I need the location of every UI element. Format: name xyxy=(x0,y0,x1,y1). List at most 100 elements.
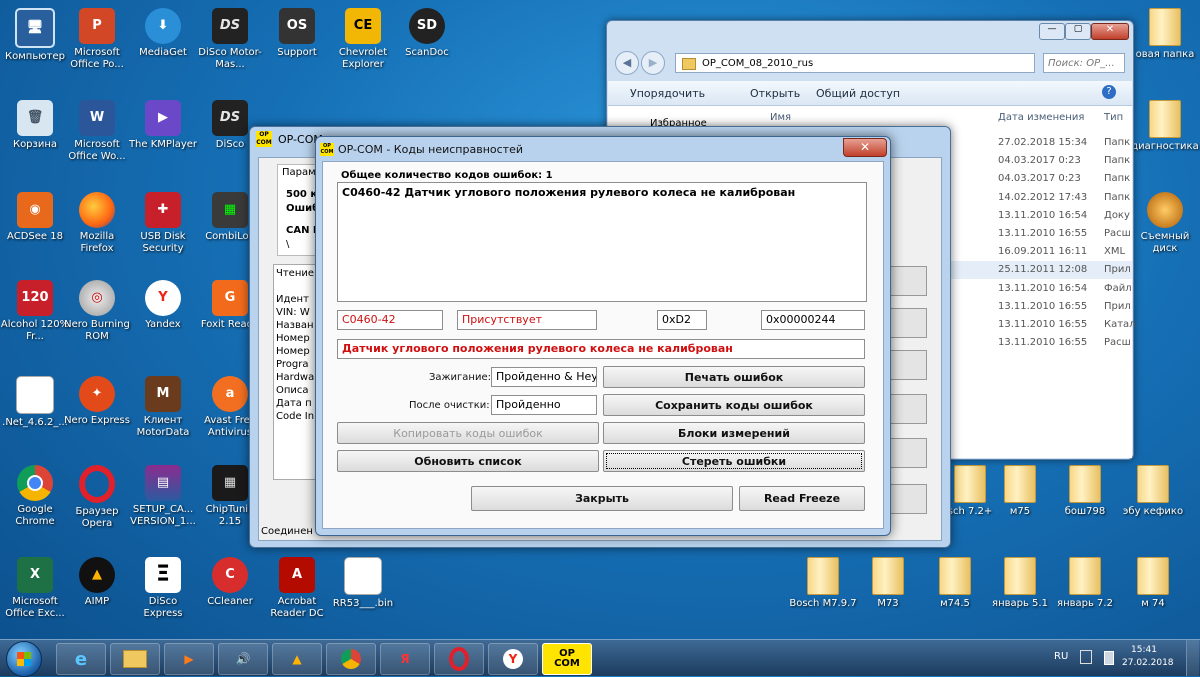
address-bar[interactable]: OP_COM_08_2010_rus xyxy=(675,53,1035,73)
desktop-icon-chevrolet[interactable]: CE Chevrolet Explorer xyxy=(328,8,398,71)
organize-menu[interactable]: Упорядочить xyxy=(630,87,705,100)
open-button[interactable]: Открыть xyxy=(750,87,800,100)
minimize-button[interactable]: — xyxy=(1039,23,1065,40)
desktop-icon-chrome[interactable]: Google Chrome xyxy=(0,465,70,528)
kmplayer-icon: ▶ xyxy=(145,100,181,136)
desktop-icon-bin-file[interactable]: RR53___.bin xyxy=(328,557,398,610)
after-clear-field: Пройденно xyxy=(491,395,597,415)
column-date[interactable]: Дата изменения xyxy=(998,112,1084,123)
desktop-icon-removable[interactable]: Съемный диск xyxy=(1130,192,1200,255)
desktop-folder-m745[interactable]: м74.5 xyxy=(920,557,990,610)
chrome-icon xyxy=(17,465,53,501)
file-type: Прил xyxy=(1104,300,1131,312)
taskbar-explorer[interactable] xyxy=(110,643,160,675)
dialog-body: Общее количество кодов ошибок: 1 C0460-4… xyxy=(322,161,884,529)
desktop-icon-nero-express[interactable]: ✦ Nero Express xyxy=(62,376,132,427)
help-icon[interactable]: ? xyxy=(1102,85,1116,99)
back-button[interactable]: ◀ xyxy=(615,51,639,75)
taskbar-volume[interactable]: 🔊 xyxy=(218,643,268,675)
desktop-icon-new-folder[interactable]: овая папка xyxy=(1130,8,1200,61)
dtc-list-item[interactable]: C0460-42 Датчик углового положения рулев… xyxy=(342,186,795,199)
file-date: 16.09.2011 16:11 xyxy=(998,246,1088,258)
word-icon: W xyxy=(79,100,115,136)
side-button-5[interactable] xyxy=(889,438,927,468)
dtc-hex1-field: 0xD2 xyxy=(657,310,707,330)
desktop-icon-powerpoint[interactable]: P Microsoft Office Po... xyxy=(62,8,132,71)
taskbar-opcom[interactable]: OP COM xyxy=(542,643,592,675)
side-button-6[interactable] xyxy=(889,484,927,514)
taskbar-ie[interactable]: e xyxy=(56,643,106,675)
maximize-button[interactable]: ▢ xyxy=(1065,23,1091,40)
desktop-icon-scandoc[interactable]: SD ScanDoc xyxy=(392,8,462,59)
desktop-icon-firefox[interactable]: Mozilla Firefox xyxy=(62,192,132,255)
copy-codes-button[interactable]: Копировать коды ошибок xyxy=(337,422,599,444)
desktop-folder-kefico[interactable]: эбу кефико xyxy=(1118,465,1188,518)
desktop-icon-dotnet[interactable]: .Net_4.6.2_... xyxy=(0,376,70,429)
save-codes-button[interactable]: Сохранить коды ошибок xyxy=(603,394,865,416)
desktop-icon-nero-burning[interactable]: ◎ Nero Burning ROM xyxy=(62,280,132,343)
desktop-folder-m75[interactable]: м75 xyxy=(985,465,1055,518)
close-button[interactable]: ✕ xyxy=(1091,23,1129,40)
desktop-icon-ccleaner[interactable]: C CCleaner xyxy=(195,557,265,608)
desktop-folder-m74[interactable]: м 74 xyxy=(1118,557,1188,610)
desktop-icon-support[interactable]: OS Support xyxy=(262,8,332,59)
taskbar-aimp[interactable]: ▲ xyxy=(272,643,322,675)
computer-icon: 🖥 xyxy=(15,8,55,48)
network-icon[interactable] xyxy=(1080,650,1092,664)
desktop-icon-disco-motor[interactable]: DS DiSco Motor-Mas... xyxy=(195,8,265,71)
desktop-icon-kmplayer[interactable]: ▶ The KMPlayer xyxy=(128,100,198,151)
desktop-icon-alcohol[interactable]: 120 Alcohol 120% Fr... xyxy=(0,280,70,343)
desktop-icon-recycle[interactable]: 🗑 Корзина xyxy=(0,100,70,151)
dtc-list[interactable]: C0460-42 Датчик углового положения рулев… xyxy=(337,182,867,302)
file-type: Прил xyxy=(1104,264,1131,276)
desktop-icon-yandex[interactable]: Y Yandex xyxy=(128,280,198,331)
desktop-icon-mediaget[interactable]: ⬇ MediaGet xyxy=(128,8,198,59)
desktop-icon-usb-security[interactable]: ✚ USB Disk Security xyxy=(128,192,198,255)
taskbar-yandex-browser[interactable]: Я xyxy=(380,643,430,675)
print-errors-button[interactable]: Печать ошибок xyxy=(603,366,865,388)
desktop-icon-acdsee[interactable]: ◉ ACDSee 18 xyxy=(0,192,70,243)
search-input[interactable]: Поиск: OP_... xyxy=(1043,53,1125,73)
desktop-icon-opera[interactable]: Браузер Opera xyxy=(62,465,132,530)
dtc-count: 1 xyxy=(545,170,553,181)
side-button-4[interactable] xyxy=(889,394,927,424)
close-button[interactable]: Закрыть xyxy=(471,486,733,511)
share-menu[interactable]: Общий доступ xyxy=(816,87,900,100)
desktop-icon-disco-express[interactable]: Ξ DiSco Express xyxy=(128,557,198,620)
battery-icon[interactable] xyxy=(1104,651,1114,665)
desktop-icon-acrobat[interactable]: A Acrobat Reader DC xyxy=(262,557,332,620)
column-name[interactable]: Имя xyxy=(770,112,791,123)
desktop-icon-computer[interactable]: 🖥 Компьютер xyxy=(0,8,70,63)
desktop-folder-m73[interactable]: M73 xyxy=(853,557,923,610)
side-button-1[interactable] xyxy=(889,266,927,296)
desktop-icon-diagnostics[interactable]: диагностика xyxy=(1130,100,1200,153)
desktop-icon-word[interactable]: W Microsoft Office Wo... xyxy=(62,100,132,163)
read-freeze-button[interactable]: Read Freeze xyxy=(739,486,865,511)
desktop-icon-motordata[interactable]: M Клиент MotorData xyxy=(128,376,198,439)
taskbar-chrome[interactable] xyxy=(326,643,376,675)
file-type: Катал xyxy=(1104,319,1136,330)
desktop-icon-aimp[interactable]: ▲ AIMP xyxy=(62,557,132,608)
side-button-3[interactable] xyxy=(889,350,927,380)
desktop-icon-setup-archive[interactable]: ▤ SETUP_CA... VERSION_1... xyxy=(128,465,198,528)
column-type[interactable]: Тип xyxy=(1104,112,1123,123)
close-icon[interactable]: ✕ xyxy=(843,138,887,157)
taskbar-opera[interactable] xyxy=(434,643,484,675)
desktop-folder-january51[interactable]: январь 5.1 xyxy=(985,557,1055,610)
clock[interactable]: 15:41 27.02.2018 xyxy=(1122,644,1174,670)
side-button-2[interactable] xyxy=(889,308,927,338)
taskbar-media[interactable]: ▶ xyxy=(164,643,214,675)
desktop-folder-january72[interactable]: январь 7.2 xyxy=(1050,557,1120,610)
measure-blocks-button[interactable]: Блоки измерений xyxy=(603,422,865,444)
desktop-icon-excel[interactable]: X Microsoft Office Exc... xyxy=(0,557,70,620)
start-button[interactable] xyxy=(6,641,42,677)
language-indicator[interactable]: RU xyxy=(1054,651,1068,662)
disco-icon: DS xyxy=(212,100,248,136)
desktop-folder-bosch798[interactable]: бош798 xyxy=(1050,465,1120,518)
forward-button[interactable]: ▶ xyxy=(641,51,665,75)
clear-errors-button[interactable]: Стереть ошибки xyxy=(603,450,865,472)
taskbar-yandex[interactable]: Y xyxy=(488,643,538,675)
show-desktop-button[interactable] xyxy=(1186,640,1199,676)
desktop-folder-bosch-m797[interactable]: Bosch M7.9.7 xyxy=(788,557,858,610)
refresh-list-button[interactable]: Обновить список xyxy=(337,450,599,472)
